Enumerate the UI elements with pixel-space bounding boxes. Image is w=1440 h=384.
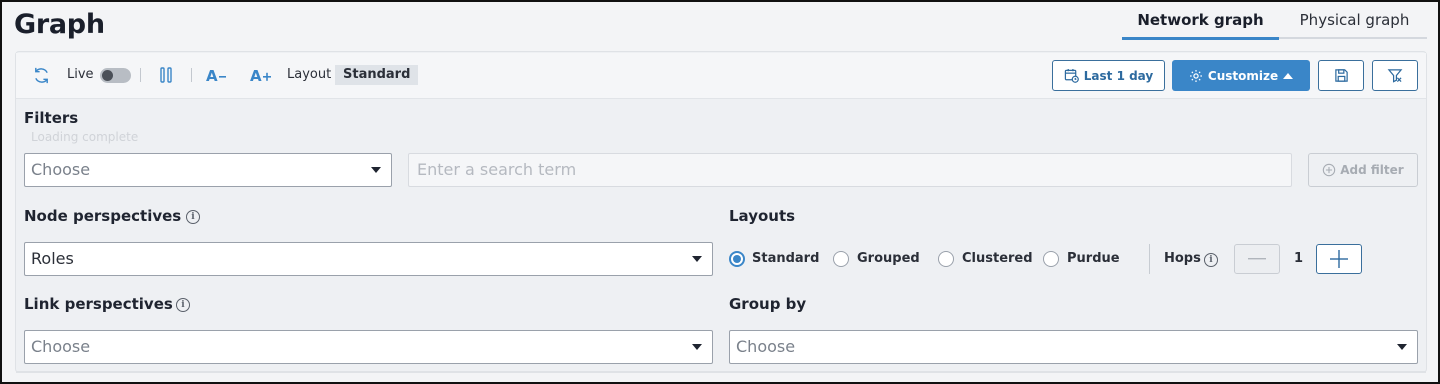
info-icon[interactable]: i xyxy=(1204,253,1218,267)
layouts-title: Layouts xyxy=(729,207,796,225)
font-increase-icon[interactable]: A xyxy=(250,66,274,84)
radio-clustered[interactable] xyxy=(938,251,954,267)
chevron-down-icon xyxy=(371,167,381,173)
link-perspectives-value: Choose xyxy=(31,337,91,356)
search-input[interactable]: Enter a search term xyxy=(408,153,1292,187)
link-perspectives-select[interactable]: Choose xyxy=(24,330,713,364)
refresh-icon[interactable] xyxy=(31,65,51,85)
live-label: Live xyxy=(67,67,94,82)
customize-button[interactable]: Customize xyxy=(1172,60,1310,91)
layout-value-badge: Standard xyxy=(335,65,419,85)
radio-purdue[interactable] xyxy=(1043,251,1059,267)
svg-text:A: A xyxy=(250,67,262,83)
add-filter-label: Add filter xyxy=(1340,163,1404,177)
filters-title: Filters xyxy=(24,109,79,127)
radio-clustered-label[interactable]: Clustered xyxy=(962,251,1033,266)
chevron-down-icon xyxy=(1397,344,1407,350)
chevron-down-icon xyxy=(692,256,702,262)
tab-network-graph[interactable]: Network graph xyxy=(1122,6,1279,40)
customize-label: Customize xyxy=(1207,68,1279,83)
node-perspectives-title: Node perspectives xyxy=(24,207,182,225)
radio-grouped-label[interactable]: Grouped xyxy=(857,251,920,266)
view-tabs: Network graph Physical graph xyxy=(1122,6,1427,40)
group-by-title: Group by xyxy=(729,295,807,313)
chevron-down-icon xyxy=(692,344,702,350)
pause-icon[interactable] xyxy=(157,66,175,84)
page-title: Graph xyxy=(14,9,105,40)
graph-settings-panel xyxy=(15,51,1427,373)
node-perspectives-value: Roles xyxy=(31,249,74,268)
time-range-label: Last 1 day xyxy=(1083,68,1154,83)
live-toggle[interactable] xyxy=(100,68,131,83)
tab-physical-graph[interactable]: Physical graph xyxy=(1282,6,1427,39)
gear-icon xyxy=(1189,69,1202,82)
radio-standard-label[interactable]: Standard xyxy=(752,251,819,266)
radio-grouped[interactable] xyxy=(833,251,849,267)
hops-increment-button[interactable] xyxy=(1316,244,1362,274)
layouts-divider xyxy=(1149,244,1150,274)
group-by-select[interactable]: Choose xyxy=(729,330,1418,364)
save-button[interactable] xyxy=(1318,60,1364,91)
hops-decrement-button[interactable] xyxy=(1234,244,1280,274)
svg-text:A: A xyxy=(206,67,218,83)
plus-icon xyxy=(1330,250,1348,268)
calendar-clock-icon xyxy=(1064,68,1079,83)
node-perspectives-select[interactable]: Roles xyxy=(24,242,713,276)
link-perspectives-title: Link perspectives xyxy=(24,295,173,313)
time-range-button[interactable]: Last 1 day xyxy=(1052,60,1165,91)
group-by-value: Choose xyxy=(736,337,796,356)
hops-label: Hops xyxy=(1164,251,1201,266)
info-icon[interactable]: i xyxy=(186,210,200,224)
clear-filter-icon xyxy=(1387,69,1403,83)
radio-purdue-label[interactable]: Purdue xyxy=(1067,251,1120,266)
chevron-up-icon xyxy=(1283,73,1294,79)
save-icon xyxy=(1334,69,1348,82)
info-icon[interactable]: i xyxy=(176,298,190,312)
plus-circle-icon xyxy=(1323,163,1336,177)
font-decrease-icon[interactable]: A xyxy=(206,66,230,84)
radio-standard[interactable] xyxy=(729,251,745,267)
toolbar-divider xyxy=(140,68,141,82)
toolbar-divider xyxy=(191,68,192,82)
loading-status-text: Loading complete xyxy=(31,130,139,144)
live-toggle-knob xyxy=(102,70,113,81)
add-filter-button[interactable]: Add filter xyxy=(1308,153,1418,187)
filter-field-select[interactable]: Choose xyxy=(24,153,392,187)
clear-filter-button[interactable] xyxy=(1372,60,1418,91)
minus-icon xyxy=(1248,258,1266,260)
hops-value: 1 xyxy=(1294,251,1304,266)
filter-field-value: Choose xyxy=(31,160,91,179)
layout-label: Layout xyxy=(287,67,332,82)
panel-bottom-edge xyxy=(16,371,1426,373)
